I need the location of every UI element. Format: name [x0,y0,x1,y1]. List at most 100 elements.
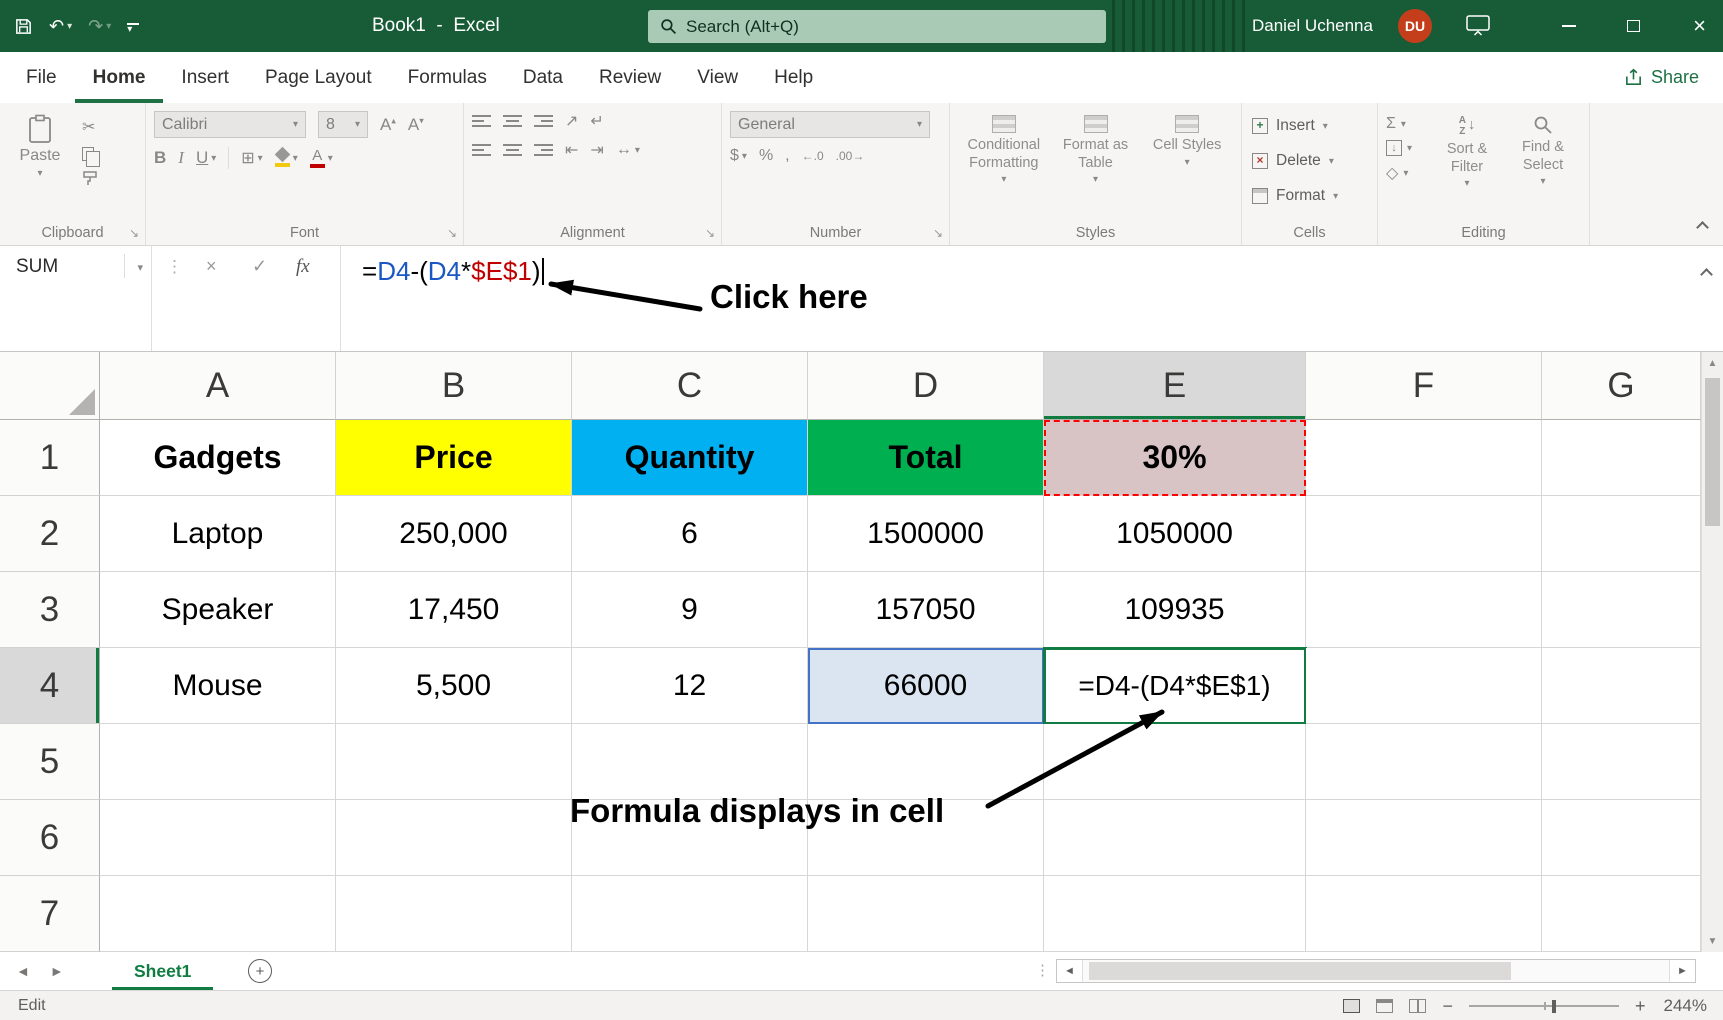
fill-color-button[interactable]: ▾ [275,149,298,167]
col-header-G[interactable]: G [1542,352,1701,420]
align-bottom-button[interactable] [534,115,553,127]
row-header-3[interactable]: 3 [0,572,100,648]
cell-F4[interactable] [1306,648,1542,724]
cell-G5[interactable] [1542,724,1701,800]
cell-A5[interactable] [100,724,336,800]
zoom-slider-thumb[interactable] [1552,1000,1556,1013]
row-header-7[interactable]: 7 [0,876,100,952]
borders-button[interactable]: ⊞▾ [241,148,262,168]
bold-button[interactable]: B [154,148,166,168]
tab-home[interactable]: Home [75,52,164,103]
align-left-button[interactable] [472,144,491,156]
grow-font-button[interactable]: A▴ [380,115,396,135]
cell-D1[interactable]: Total [808,420,1044,496]
select-all-corner[interactable] [0,352,100,420]
delete-cells-button[interactable]: Delete ▾ [1250,148,1369,174]
cell-A3[interactable]: Speaker [100,572,336,648]
cell-D3[interactable]: 157050 [808,572,1044,648]
format-cells-button[interactable]: Format ▾ [1250,183,1369,209]
cell-styles-button[interactable]: Cell Styles ▾ [1141,111,1233,219]
format-as-table-button[interactable]: Format as Table ▾ [1050,111,1142,219]
decrease-indent-button[interactable]: ⇤ [565,140,578,160]
col-header-E[interactable]: E [1044,352,1306,420]
cell-G3[interactable] [1542,572,1701,648]
prev-sheet-button[interactable]: ◄ [16,963,30,979]
cell-E2[interactable]: 1050000 [1044,496,1306,572]
orientation-button[interactable]: ↗ [565,111,578,131]
undo-button[interactable]: ↶▾ [49,16,72,37]
row-header-4[interactable]: 4 [0,648,100,724]
shrink-font-button[interactable]: A▾ [408,115,424,135]
horizontal-scroll-thumb[interactable] [1089,962,1511,980]
cell-G7[interactable] [1542,876,1701,952]
cell-B2[interactable]: 250,000 [336,496,572,572]
customize-qat-button[interactable] [127,23,139,30]
row-header-1[interactable]: 1 [0,420,100,496]
col-header-B[interactable]: B [336,352,572,420]
save-button[interactable] [14,17,33,36]
col-header-F[interactable]: F [1306,352,1542,420]
tab-formulas[interactable]: Formulas [390,52,505,103]
formula-input[interactable]: =D4-(D4*$E$1) [362,256,544,287]
font-dialog-launcher[interactable]: ↘ [447,226,457,240]
underline-button[interactable]: U▾ [196,148,216,168]
number-format-select[interactable]: General ▾ [730,111,930,138]
cell-G1[interactable] [1542,420,1701,496]
cell-A6[interactable] [100,800,336,876]
row-header-5[interactable]: 5 [0,724,100,800]
formula-bar-handle[interactable]: ⋮ [166,257,183,277]
page-break-view-button[interactable] [1409,999,1426,1013]
collapse-ribbon-button[interactable] [1698,219,1707,237]
add-sheet-button[interactable]: + [248,959,272,983]
cell-B1[interactable]: Price [336,420,572,496]
avatar[interactable]: DU [1398,9,1432,43]
italic-button[interactable]: I [178,148,184,168]
cell-E6[interactable] [1044,800,1306,876]
increase-indent-button[interactable]: ⇥ [590,140,603,160]
zoom-out-button[interactable]: − [1442,996,1453,1017]
zoom-slider[interactable] [1469,1005,1619,1007]
tab-review[interactable]: Review [581,52,679,103]
autosum-button[interactable]: Σ ▾ [1386,115,1429,133]
share-button[interactable]: Share [1624,52,1699,103]
cell-B7[interactable] [336,876,572,952]
tab-data[interactable]: Data [505,52,581,103]
ribbon-display-options-button[interactable] [1466,15,1490,41]
cell-E5[interactable] [1044,724,1306,800]
tab-view[interactable]: View [679,52,756,103]
vertical-scrollbar[interactable]: ▲ ▼ [1701,352,1723,952]
sheet-tab-sheet1[interactable]: Sheet1 [112,952,213,990]
sort-filter-button[interactable]: AZ ↓ Sort & Filter ▾ [1429,111,1505,219]
conditional-formatting-button[interactable]: Conditional Formatting ▾ [958,111,1050,219]
cell-A1[interactable]: Gadgets [100,420,336,496]
font-size-select[interactable]: 8 ▾ [318,111,368,138]
font-name-select[interactable]: Calibri ▾ [154,111,306,138]
scroll-up-button[interactable]: ▲ [1702,352,1723,374]
cell-B5[interactable] [336,724,572,800]
row-header-2[interactable]: 2 [0,496,100,572]
clipboard-dialog-launcher[interactable]: ↘ [129,226,139,240]
cell-C3[interactable]: 9 [572,572,808,648]
horizontal-scrollbar[interactable]: ◄ ► [1056,959,1696,983]
cell-D2[interactable]: 1500000 [808,496,1044,572]
enter-button[interactable]: ✓ [252,256,267,277]
insert-cells-button[interactable]: Insert ▾ [1250,113,1369,139]
paste-button[interactable]: Paste ▾ [8,111,72,219]
align-right-button[interactable] [534,144,553,156]
cell-B3[interactable]: 17,450 [336,572,572,648]
format-painter-button[interactable] [82,171,98,186]
fill-button[interactable]: ↓ ▾ [1386,140,1429,156]
cell-B4[interactable]: 5,500 [336,648,572,724]
wrap-text-button[interactable]: ↵ [590,111,603,131]
col-header-C[interactable]: C [572,352,808,420]
cell-F3[interactable] [1306,572,1542,648]
align-middle-button[interactable] [503,115,522,127]
tab-page-layout[interactable]: Page Layout [247,52,390,103]
cancel-button[interactable]: × [206,256,217,277]
cell-A2[interactable]: Laptop [100,496,336,572]
align-top-button[interactable] [472,115,491,127]
scroll-right-button[interactable]: ► [1669,960,1695,982]
comma-style-button[interactable]: , [785,147,789,165]
cell-A4[interactable]: Mouse [100,648,336,724]
cell-B6[interactable] [336,800,572,876]
